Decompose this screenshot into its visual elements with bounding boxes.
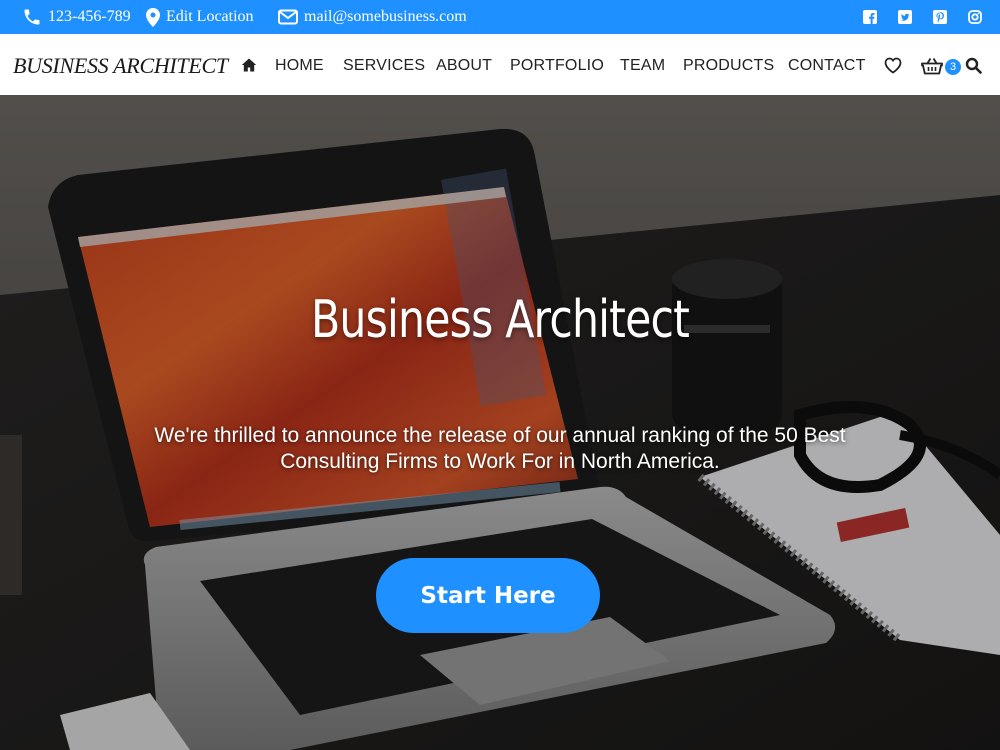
map-pin-icon xyxy=(146,7,160,27)
social-links xyxy=(863,0,982,34)
hero-section: Business Architect We're thrilled to ann… xyxy=(0,95,1000,750)
cart-count-badge: 3 xyxy=(945,59,961,75)
nav-portfolio[interactable]: PORTFOLIO xyxy=(510,34,604,98)
search-icon[interactable] xyxy=(965,57,982,74)
home-icon[interactable] xyxy=(241,57,257,73)
start-here-button[interactable]: Start Here xyxy=(376,558,600,633)
instagram-icon[interactable] xyxy=(968,10,982,24)
location-text: Edit Location xyxy=(166,8,254,25)
nav-about[interactable]: ABOUT xyxy=(436,34,492,98)
phone-icon xyxy=(24,9,40,25)
email-address: mail@somebusiness.com xyxy=(304,8,467,25)
phone-number: 123-456-789 xyxy=(48,8,131,25)
email-contact[interactable]: mail@somebusiness.com xyxy=(278,0,467,34)
nav-home[interactable]: HOME xyxy=(275,34,324,98)
shopping-basket-icon[interactable] xyxy=(921,56,943,75)
hero-title: Business Architect xyxy=(310,290,690,350)
heart-icon[interactable] xyxy=(884,57,902,74)
nav-products[interactable]: PRODUCTS xyxy=(683,34,774,98)
phone-contact[interactable]: 123-456-789 xyxy=(22,0,131,34)
top-bar: 123-456-789 Edit Location mail@somebusin… xyxy=(0,0,1000,34)
twitter-icon[interactable] xyxy=(898,10,912,24)
nav-contact[interactable]: CONTACT xyxy=(788,34,866,98)
envelope-icon xyxy=(278,9,298,25)
location-contact[interactable]: Edit Location xyxy=(146,0,254,34)
site-logo[interactable]: BUSINESS ARCHITECT xyxy=(13,34,228,98)
nav-team[interactable]: TEAM xyxy=(620,34,665,98)
nav-services[interactable]: SERVICES xyxy=(343,34,425,98)
site-header: BUSINESS ARCHITECT HOME SERVICES ABOUT P… xyxy=(0,34,1000,95)
pinterest-icon[interactable] xyxy=(933,10,947,24)
hero-subtitle: We're thrilled to announce the release o… xyxy=(154,424,846,473)
facebook-icon[interactable] xyxy=(863,10,877,24)
